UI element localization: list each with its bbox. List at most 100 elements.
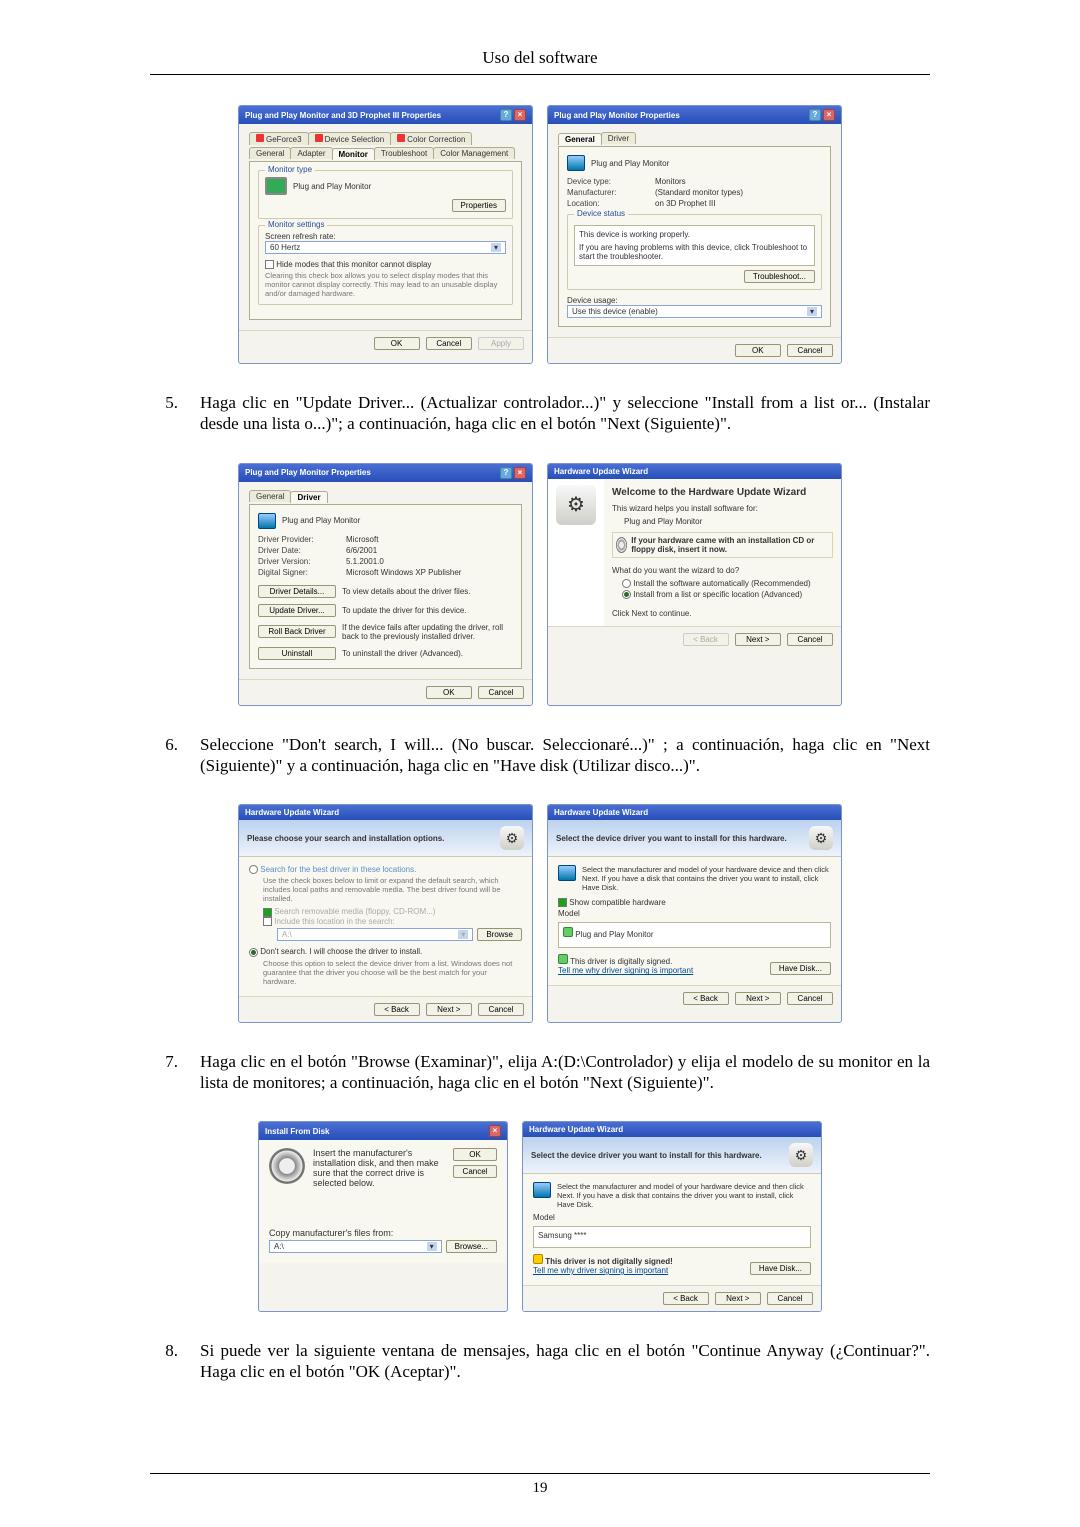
- dialog-title: Plug and Play Monitor Properties: [554, 111, 680, 120]
- tab-general[interactable]: General: [249, 147, 291, 159]
- radio-search[interactable]: [249, 865, 258, 874]
- checkbox-removable: [263, 908, 272, 917]
- driver-details-hint: To view details about the driver files.: [342, 587, 513, 596]
- signing-link[interactable]: Tell me why driver signing is important: [533, 1266, 673, 1275]
- cancel-button[interactable]: Cancel: [767, 1292, 813, 1305]
- cancel-button[interactable]: Cancel: [426, 337, 472, 350]
- install-from-disk-dialog: Install From Disk × Insert the manufactu…: [258, 1121, 508, 1312]
- refresh-rate-label: Screen refresh rate:: [265, 232, 506, 241]
- uninstall-driver-button[interactable]: Uninstall: [258, 647, 336, 660]
- help-icon[interactable]: ?: [500, 467, 512, 479]
- cancel-button[interactable]: Cancel: [478, 1003, 524, 1016]
- driver-details-button[interactable]: Driver Details...: [258, 585, 336, 598]
- driver-provider-value: Microsoft: [346, 535, 378, 544]
- disk-icon: [269, 1148, 305, 1184]
- close-icon[interactable]: ×: [514, 109, 526, 121]
- step-7: 7. Haga clic en el botón "Browse (Examin…: [150, 1051, 930, 1094]
- tab-driver[interactable]: Driver: [601, 132, 636, 144]
- help-icon[interactable]: ?: [809, 109, 821, 121]
- rollback-driver-button[interactable]: Roll Back Driver: [258, 625, 336, 638]
- tab-general[interactable]: General: [558, 133, 602, 145]
- hide-modes-checkbox[interactable]: [265, 260, 274, 269]
- device-icon: [258, 513, 276, 529]
- model-header: Model: [533, 1213, 811, 1222]
- back-button[interactable]: < Back: [663, 1292, 709, 1305]
- close-icon[interactable]: ×: [514, 467, 526, 479]
- cancel-button[interactable]: Cancel: [478, 686, 524, 699]
- device-usage-select[interactable]: Use this device (enable)▾: [567, 305, 822, 318]
- tab-device-selection[interactable]: Device Selection: [308, 132, 392, 145]
- device-icon: [567, 155, 585, 171]
- location-value: on 3D Prophet III: [655, 199, 715, 208]
- ok-button[interactable]: OK: [453, 1148, 497, 1161]
- path-select: A:\▾: [277, 928, 473, 941]
- copy-path-select[interactable]: A:\▾: [269, 1240, 442, 1253]
- next-button[interactable]: Next >: [426, 1003, 472, 1016]
- driver-version-label: Driver Version:: [258, 557, 338, 566]
- warning-icon: [533, 1254, 543, 1264]
- digital-signer-value: Microsoft Windows XP Publisher: [346, 568, 461, 577]
- ok-button[interactable]: OK: [374, 337, 420, 350]
- checkbox-include-location: [263, 917, 272, 926]
- close-icon[interactable]: ×: [489, 1125, 501, 1137]
- apply-button: Apply: [478, 337, 524, 350]
- manufacturer-label: Manufacturer:: [567, 188, 647, 197]
- model-list[interactable]: Samsung ****: [533, 1226, 811, 1248]
- tab-monitor[interactable]: Monitor: [332, 148, 375, 160]
- tab-color-mgmt[interactable]: Color Management: [433, 147, 515, 159]
- cancel-button[interactable]: Cancel: [453, 1165, 497, 1178]
- next-button[interactable]: Next >: [715, 1292, 761, 1305]
- manufacturer-value: (Standard monitor types): [655, 188, 743, 197]
- troubleshoot-button[interactable]: Troubleshoot...: [744, 270, 815, 283]
- monitor-properties-dialog: Plug and Play Monitor and 3D Prophet III…: [238, 105, 533, 364]
- browse-button[interactable]: Browse...: [446, 1240, 497, 1253]
- tab-general[interactable]: General: [249, 490, 291, 502]
- back-button[interactable]: < Back: [683, 992, 729, 1005]
- hide-modes-label: Hide modes that this monitor cannot disp…: [276, 260, 431, 269]
- model-list[interactable]: Plug and Play Monitor: [558, 922, 831, 948]
- tab-adapter[interactable]: Adapter: [290, 147, 332, 159]
- device-name: Plug and Play Monitor: [282, 516, 360, 525]
- cancel-button[interactable]: Cancel: [787, 992, 833, 1005]
- next-button[interactable]: Next >: [735, 992, 781, 1005]
- wizard-icon: ⚙: [809, 826, 833, 850]
- next-button[interactable]: Next >: [735, 633, 781, 646]
- dialog-title: Hardware Update Wizard: [554, 467, 648, 476]
- ok-button[interactable]: OK: [735, 344, 781, 357]
- back-button: < Back: [683, 633, 729, 646]
- tab-geforce3[interactable]: GeForce3: [249, 132, 309, 145]
- have-disk-button[interactable]: Have Disk...: [750, 1262, 811, 1275]
- cancel-button[interactable]: Cancel: [787, 344, 833, 357]
- tab-troubleshoot[interactable]: Troubleshoot: [374, 147, 434, 159]
- device-icon: [558, 865, 576, 881]
- properties-button[interactable]: Properties: [452, 199, 506, 212]
- model-header: Model: [558, 909, 831, 918]
- tab-color-correction[interactable]: Color Correction: [390, 132, 472, 145]
- driver-date-label: Driver Date:: [258, 546, 338, 555]
- refresh-rate-select[interactable]: 60 Hertz▾: [265, 241, 506, 254]
- cancel-button[interactable]: Cancel: [787, 633, 833, 646]
- signing-link[interactable]: Tell me why driver signing is important: [558, 966, 693, 975]
- page-number: 19: [0, 1480, 1080, 1497]
- signed-text: This driver is digitally signed.: [570, 957, 672, 966]
- tab-driver[interactable]: Driver: [290, 491, 327, 503]
- close-icon[interactable]: ×: [823, 109, 835, 121]
- update-driver-button[interactable]: Update Driver...: [258, 604, 336, 617]
- page-header: Uso del software: [150, 48, 930, 68]
- wizard-icon: ⚙: [500, 826, 524, 850]
- chevron-down-icon[interactable]: ▾: [427, 1242, 437, 1251]
- radio-dont-search[interactable]: [249, 948, 258, 957]
- show-compatible-checkbox[interactable]: [558, 898, 567, 907]
- radio-auto-install[interactable]: [622, 579, 631, 588]
- help-icon[interactable]: ?: [500, 109, 512, 121]
- ok-button[interactable]: OK: [426, 686, 472, 699]
- install-disk-hint: Insert the manufacturer's installation d…: [313, 1148, 445, 1188]
- radio-list-install[interactable]: [622, 590, 631, 599]
- back-button[interactable]: < Back: [374, 1003, 420, 1016]
- have-disk-button[interactable]: Have Disk...: [770, 962, 831, 975]
- show-compatible-label: Show compatible hardware: [569, 898, 666, 907]
- chevron-down-icon[interactable]: ▾: [491, 243, 501, 252]
- chevron-down-icon[interactable]: ▾: [807, 307, 817, 316]
- divider: [150, 1473, 930, 1474]
- cd-icon: [616, 537, 627, 553]
